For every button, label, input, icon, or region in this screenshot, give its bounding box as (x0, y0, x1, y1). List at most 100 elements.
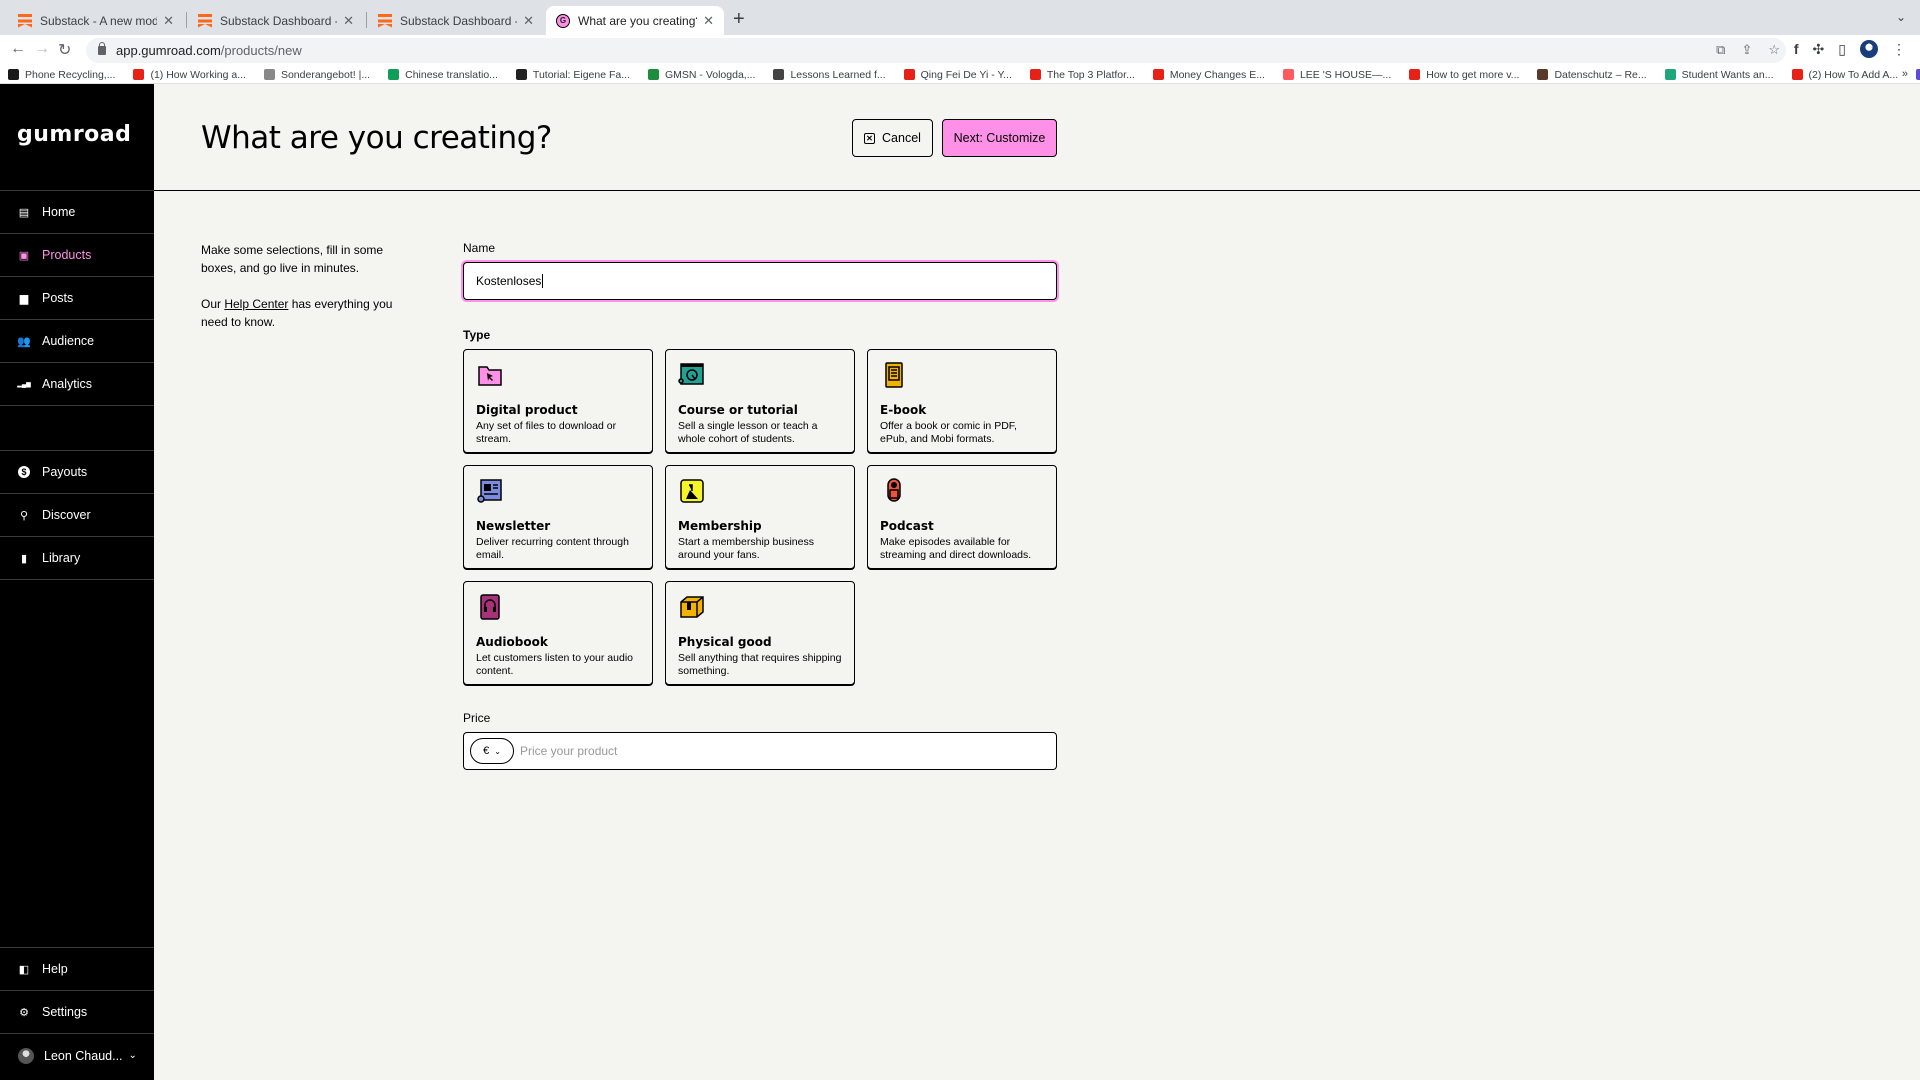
tab-search-chevron-icon[interactable]: ⌄ (1896, 10, 1906, 24)
close-tab-icon[interactable]: ✕ (343, 13, 354, 29)
sidebar-item-audience[interactable]: 👥 Audience (0, 319, 154, 362)
bookmark-item[interactable]: (2) How To Add A... (1791, 69, 1898, 81)
user-menu[interactable]: Leon Chaud... ⌄ (0, 1033, 154, 1077)
bookmark-item[interactable]: Money Changes E... (1152, 69, 1265, 81)
sidebar-item-analytics[interactable]: ▂▄▆ Analytics (0, 362, 154, 405)
tab-title: Substack Dashboard - Leon's S (220, 13, 337, 28)
product-type-card-audiobook[interactable]: Audiobook Let customers listen to your au… (463, 581, 653, 685)
sidebar-item-home[interactable]: ▤ Home (0, 190, 154, 233)
browser-tab-2[interactable]: Substack Dashboard - Leon's S ✕ (188, 6, 364, 35)
help-center-link[interactable]: Help Center (224, 297, 288, 311)
reload-icon[interactable]: ↻ (58, 40, 71, 60)
product-type-card-newsletter[interactable]: Newsletter Deliver recurring content thro… (463, 465, 653, 569)
bookmark-item[interactable]: Qing Fei De Yi - Y... (903, 68, 1012, 81)
new-product-form: Name Kostenloses Type Digital product Any… (463, 241, 1057, 770)
sidebar-item-payouts[interactable]: $ Payouts (0, 450, 154, 493)
price-input[interactable]: € ⌄ Price your product (463, 732, 1057, 770)
bookmark-label: Lessons Learned f... (790, 68, 886, 81)
product-type-description: Sell a single lesson or teach a whole co… (678, 420, 818, 445)
star-bookmark-icon[interactable]: ☆ (1768, 42, 1780, 58)
bookmark-item[interactable]: Student Wants an... (1664, 68, 1774, 81)
bookmark-item[interactable]: Sonderangebot! |... (263, 69, 370, 81)
people-icon: 👥 (17, 335, 31, 348)
sidebar-item-posts[interactable]: ▆ Posts (0, 276, 154, 319)
product-type-description: Any set of files to download or stream. (476, 420, 617, 445)
forward-arrow-icon[interactable]: → (34, 40, 50, 58)
bookmark-favicon-icon (903, 69, 915, 80)
translate-icon[interactable]: ⧉ (1716, 42, 1725, 58)
cancel-button[interactable]: ✕ Cancel (852, 119, 933, 157)
gumroad-logo[interactable]: gumroad (17, 122, 131, 147)
bookmark-favicon-icon (1537, 69, 1549, 80)
sidebar-nav-secondary: $ Payouts ⚲ Discover ▮ Library (0, 450, 154, 580)
sidebar-nav-footer: ◧ Help ⚙ Settings Leon Chaud... ⌄ (0, 947, 154, 1077)
address-bar[interactable]: app.gumroad.com/products/new (86, 38, 1786, 63)
kebab-menu-icon[interactable]: ⋮ (1892, 41, 1906, 58)
bookmark-item[interactable]: Download - Cooki... (1916, 69, 1920, 81)
bookmark-favicon-icon (263, 69, 275, 80)
sidebar-item-label: Products (42, 248, 92, 262)
product-type-card-physical-good[interactable]: Physical good Sell anything that requires… (665, 581, 855, 685)
sidebar-item-library[interactable]: ▮ Library (0, 536, 154, 579)
type-label: Type (463, 328, 491, 342)
intro-paragraph: Make some selections, fill in some boxes… (201, 243, 384, 275)
cancel-label: Cancel (882, 131, 921, 145)
currency-select[interactable]: € ⌄ (470, 738, 514, 764)
close-tab-icon[interactable]: ✕ (163, 13, 174, 29)
browser-tab-3[interactable]: Substack Dashboard - Leon's S ✕ (368, 6, 544, 35)
sidebar-item-discover[interactable]: ⚲ Discover (0, 493, 154, 536)
sidebar-item-help[interactable]: ◧ Help (0, 947, 154, 990)
bookmark-item[interactable]: Chinese translatio... (388, 69, 498, 81)
bookmark-label: Qing Fei De Yi - Y... (920, 68, 1012, 81)
product-type-card-e-book[interactable]: E-book Offer a book or comic in PDF, ePub… (867, 349, 1057, 453)
bookmark-label: Student Wants an... (1681, 68, 1774, 81)
bookmark-item[interactable]: Datenschutz – Re... (1537, 69, 1647, 81)
bookmark-item[interactable]: The Top 3 Platfor... (1029, 69, 1135, 81)
bookmark-item[interactable]: LEE 'S HOUSE—... (1282, 69, 1391, 81)
close-tab-icon[interactable]: ✕ (523, 13, 534, 29)
price-label: Price (463, 711, 491, 725)
back-arrow-icon[interactable]: ← (10, 40, 26, 58)
product-type-card-podcast[interactable]: Podcast Make episodes available for strea… (867, 465, 1057, 569)
next-customize-button[interactable]: Next: Customize (942, 119, 1057, 157)
sidebar-item-settings[interactable]: ⚙ Settings (0, 990, 154, 1033)
profile-avatar-icon[interactable] (1860, 40, 1878, 58)
page-header: What are you creating? ✕ Cancel Next: Cu… (154, 84, 1920, 191)
bookmark-item[interactable]: Lessons Learned f... (773, 68, 886, 81)
bookmark-favicon-icon (8, 69, 19, 80)
bookmark-label: GMSN - Vologda,... (665, 68, 756, 81)
close-tab-icon[interactable]: ✕ (703, 13, 714, 29)
share-icon[interactable]: ⇪ (1741, 42, 1752, 58)
facebook-extension-icon[interactable]: f (1794, 41, 1799, 57)
bookmark-label: Phone Recycling,... (25, 68, 116, 81)
bookmark-favicon-icon (133, 69, 145, 80)
bookmark-item[interactable]: GMSN - Vologda,... (648, 69, 755, 81)
new-tab-button[interactable]: + (733, 8, 745, 31)
substack-icon (378, 13, 392, 28)
product-type-description: Sell anything that requires shipping som… (678, 652, 842, 677)
product-type-title: Membership (678, 519, 762, 533)
bookmark-item[interactable]: (1) How Working a... (133, 69, 246, 81)
product-type-grid: Digital product Any set of files to downl… (463, 349, 1057, 685)
name-input[interactable]: Kostenloses (463, 262, 1057, 300)
browser-tab-1[interactable]: Substack - A new model for pu ✕ (8, 6, 184, 35)
tab-title: Substack - A new model for pu (40, 13, 158, 28)
product-type-card-course-or-tutorial[interactable]: Course or tutorial Sell a single lesson o… (665, 349, 855, 453)
membership-card-icon (678, 477, 706, 505)
product-type-card-membership[interactable]: Membership Start a membership business ar… (665, 465, 855, 569)
bookmark-favicon-icon (1664, 69, 1676, 80)
browser-tab-active[interactable]: G What are you creating? ✕ (546, 6, 724, 35)
bookmark-favicon-icon (388, 69, 400, 80)
product-type-card-digital-product[interactable]: Digital product Any set of files to downl… (463, 349, 653, 453)
bookmark-item[interactable]: Tutorial: Eigene Fa... (515, 69, 630, 81)
next-label: Next: Customize (953, 131, 1046, 145)
bookmark-item[interactable]: Phone Recycling,... (8, 69, 115, 81)
side-panel-icon[interactable]: ▯ (1838, 41, 1846, 58)
browser-toolbar: ← → ↻ app.gumroad.com/products/new ⧉ ⇪ ☆… (0, 35, 1920, 66)
bookmarks-overflow-button[interactable]: » (1902, 68, 1908, 80)
sidebar-item-products[interactable]: ▣ Products (0, 233, 154, 276)
sidebar-item-label: Settings (42, 1005, 88, 1019)
puzzle-extensions-icon[interactable]: ✣ (1813, 41, 1825, 58)
sidebar-divider (0, 579, 154, 580)
bookmark-item[interactable]: How to get more v... (1409, 69, 1519, 81)
